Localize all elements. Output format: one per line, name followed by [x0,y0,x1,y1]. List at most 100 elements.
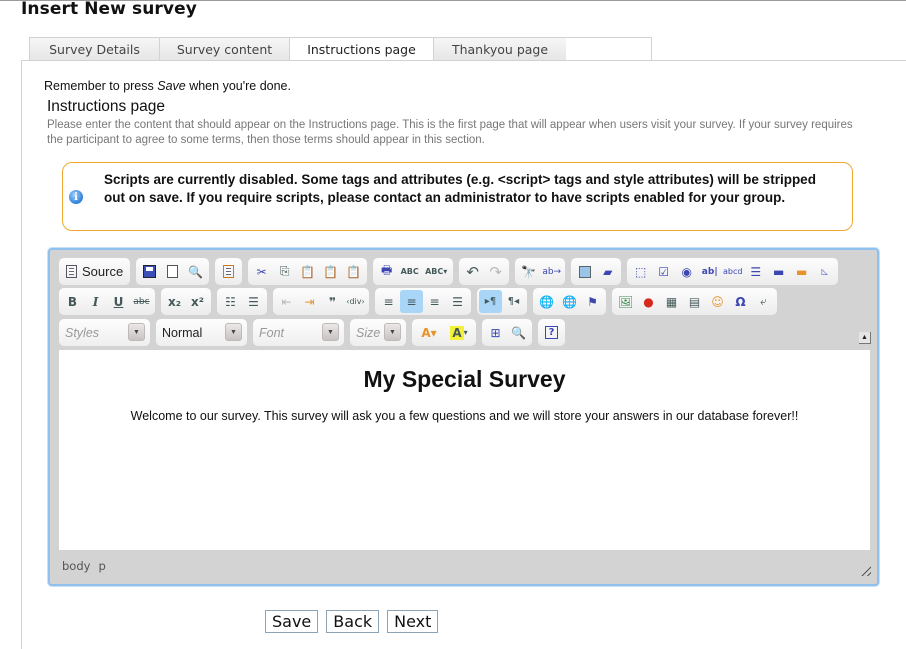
remove-format-button[interactable]: ▰ [596,260,619,283]
chevron-down-icon: ▼ [322,323,339,341]
new-page-button[interactable] [161,260,184,283]
save-button[interactable]: Save [265,610,319,633]
undo-button[interactable]: ↶ [461,260,484,283]
panel-border-top [21,60,906,61]
panel-border-left [21,60,22,649]
tab-instructions-page[interactable]: Instructions page [289,37,434,61]
page-break-button[interactable]: ⤶ [752,290,775,313]
save-doc-button[interactable] [138,260,161,283]
print-button[interactable]: 🖶 [375,260,398,283]
maximize-icon: ⊞ [490,325,501,340]
tab-bar: Survey Details Survey content Instructio… [29,37,640,61]
align-right-button[interactable]: ≡ [423,290,446,313]
indent-button[interactable]: ⇥ [298,290,321,313]
superscript-button[interactable]: x² [186,290,209,313]
select-all-button[interactable] [573,260,596,283]
section-title: Instructions page [47,98,166,115]
toolbar-group-tools: ⊞ 🔍 [482,319,532,346]
unlink-button[interactable]: 🌐 [558,290,581,313]
element-path-bar: body p [62,559,106,573]
font-dropdown-label: Font [259,325,285,340]
image-button[interactable]: 🖼 [614,290,637,313]
bold-button[interactable]: B [61,290,84,313]
special-char-button[interactable]: Ω [729,290,752,313]
strike-button[interactable]: abc [130,290,153,313]
rtl-button[interactable]: ¶◂ [502,290,525,313]
background-color-button[interactable]: A ▾ [444,321,474,344]
form-button-button[interactable]: ▬ [767,260,790,283]
redo-button[interactable]: ↷ [484,260,507,283]
toolbar-group-undo: ↶ ↷ [459,258,510,285]
print-icon: 🖶 [381,263,393,277]
toolbar-group-clipboard: ✂ ⎘ 📋 📋 📋 [248,258,368,285]
hidden-field-button[interactable]: ◺ [813,260,836,283]
content-heading[interactable]: My Special Survey [59,366,870,393]
spellcheck-icon: ABC [400,267,419,276]
image-button-button[interactable]: ▬ [790,260,813,283]
textfield-button[interactable]: ab| [698,260,721,283]
select-field-button[interactable]: ☰ [744,260,767,283]
replace-icon: ab→ [542,266,562,277]
superscript-icon: x² [191,294,204,309]
horizontal-rule-button[interactable]: ▤ [683,290,706,313]
subscript-button[interactable]: x₂ [163,290,186,313]
paste-text-button[interactable]: 📋 [319,260,342,283]
italic-button[interactable]: I [84,290,107,313]
flash-button[interactable]: ● [637,290,660,313]
cut-button[interactable]: ✂ [250,260,273,283]
anchor-button[interactable]: ⚑ [581,290,604,313]
ltr-button[interactable]: ▸¶ [479,290,502,313]
radio-button[interactable]: ◉ [675,260,698,283]
path-item-body[interactable]: body [62,559,90,573]
blockquote-button[interactable]: ❞ [321,290,344,313]
form-button[interactable]: ⬚ [629,260,652,283]
paste-word-button[interactable]: 📋 [342,260,365,283]
remove-format-icon: ▰ [603,264,613,279]
toolbar-group-forms: ⬚ ☑ ◉ ab| abcd ☰ ▬ ▬ ◺ [627,258,839,285]
copy-button[interactable]: ⎘ [273,260,296,283]
justify-button[interactable]: ☰ [446,290,469,313]
styles-dropdown[interactable]: Styles ▼ [59,319,150,346]
smiley-button[interactable]: ☺ [706,290,729,313]
bulleted-list-button[interactable]: ☰ [242,290,265,313]
editor-content-area[interactable]: My Special Survey Welcome to our survey.… [59,350,870,550]
font-dropdown[interactable]: Font ▼ [253,319,344,346]
about-button[interactable]: ? [540,321,563,344]
tab-survey-details[interactable]: Survey Details [29,37,160,60]
table-button[interactable]: ▦ [660,290,683,313]
checkbox-button[interactable]: ☑ [652,260,675,283]
preview-button[interactable]: 🔍 [184,260,207,283]
path-item-p[interactable]: p [98,559,105,573]
text-color-button[interactable]: A▾ [414,321,444,344]
align-left-button[interactable]: ≡ [377,290,400,313]
spellcheck-as-you-type-button[interactable]: ABC▾ [421,260,451,283]
size-dropdown[interactable]: Size ▼ [350,319,406,346]
next-button[interactable]: Next [387,610,439,633]
textarea-button[interactable]: abcd [721,260,744,283]
underline-button[interactable]: U [107,290,130,313]
resize-handle-icon[interactable] [859,564,871,576]
find-button[interactable]: 🔭 [517,260,540,283]
content-paragraph[interactable]: Welcome to our survey. This survey will … [59,409,870,423]
paste-button[interactable]: 📋 [296,260,319,283]
create-div-button[interactable]: ‹div› [344,290,367,313]
special-char-icon: Ω [735,294,746,309]
replace-button[interactable]: ab→ [540,260,563,283]
spellcheck-button[interactable]: ABC [398,260,421,283]
align-center-button[interactable]: ≡ [400,290,423,313]
templates-button[interactable] [217,260,240,283]
save-reminder-emphasis: Save [157,79,186,93]
redo-icon: ↷ [489,262,502,281]
numbered-list-button[interactable]: ☷ [219,290,242,313]
tab-survey-content[interactable]: Survey content [159,37,290,60]
format-dropdown[interactable]: Normal ▼ [156,319,247,346]
back-button[interactable]: Back [326,610,380,633]
source-button[interactable]: Source [61,260,128,283]
show-blocks-button[interactable]: 🔍 [507,321,530,344]
outdent-button[interactable]: ⇤ [275,290,298,313]
collapse-toolbar-button[interactable]: ▲ [859,332,871,344]
link-button[interactable]: 🌐 [535,290,558,313]
cut-icon: ✂ [256,264,267,279]
tab-thankyou-page[interactable]: Thankyou page [433,37,567,60]
maximize-button[interactable]: ⊞ [484,321,507,344]
